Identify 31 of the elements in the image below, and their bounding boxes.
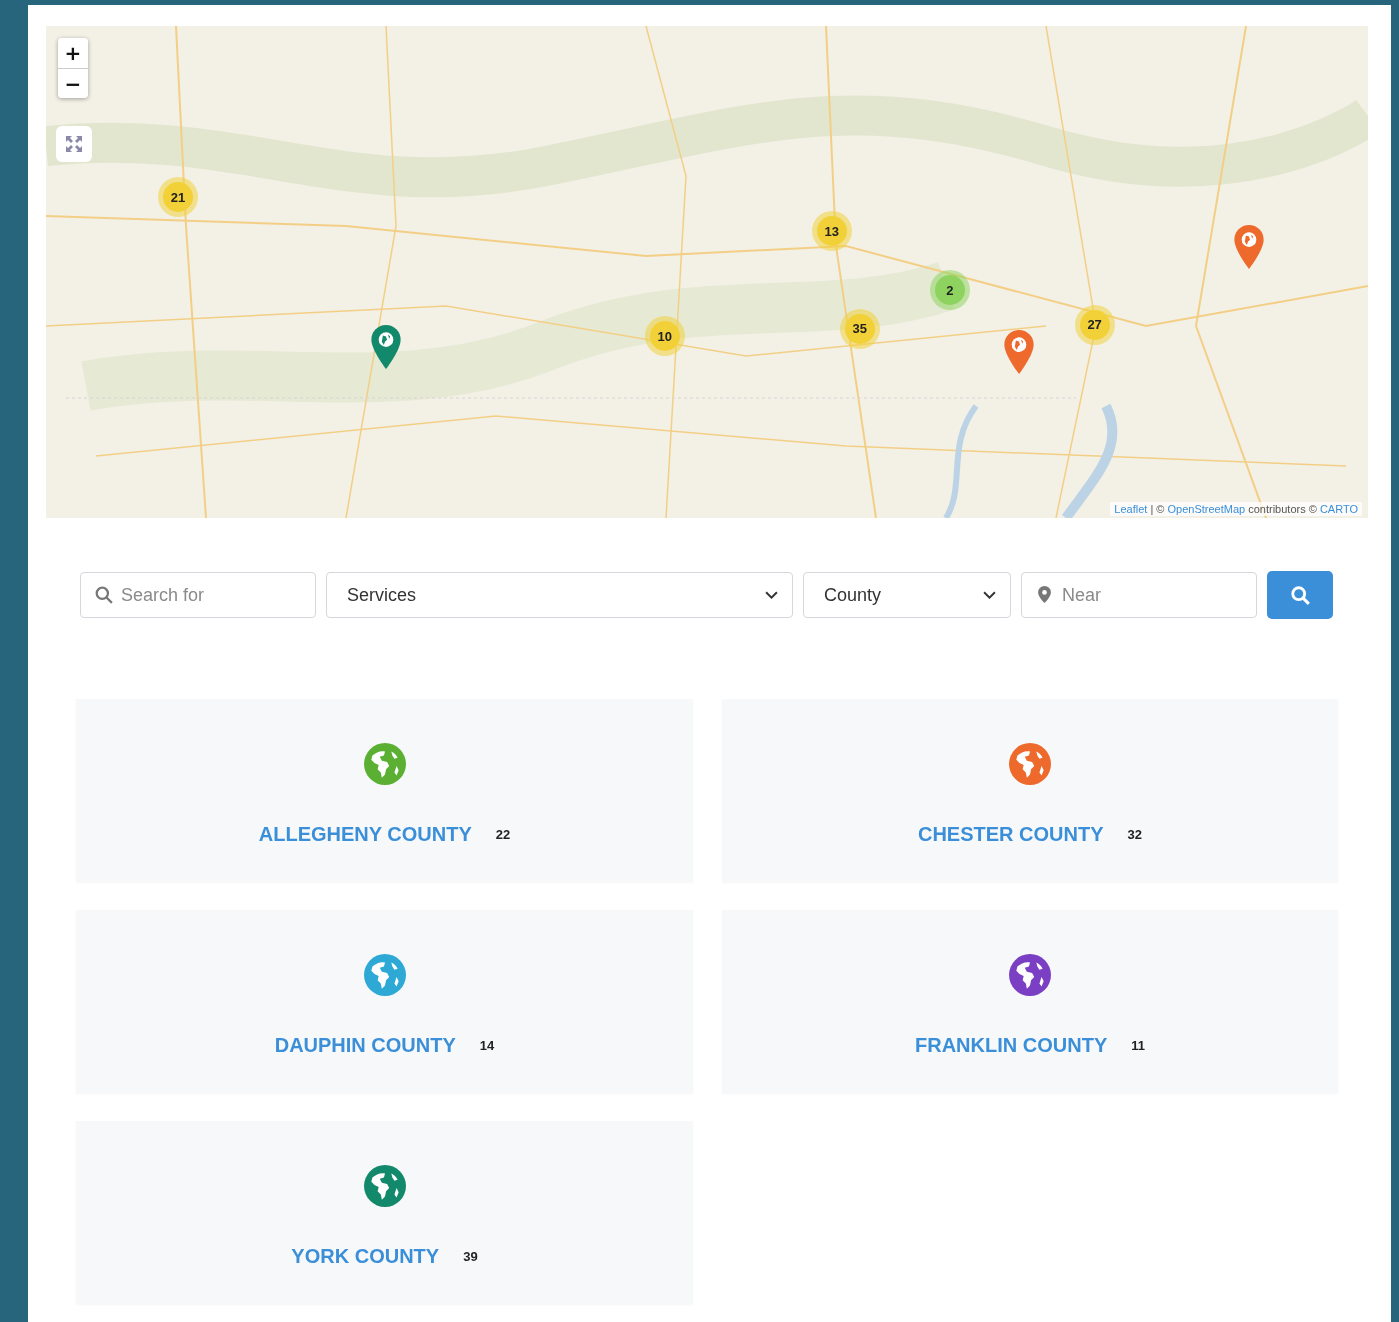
search-icon xyxy=(95,586,113,604)
chevron-down-icon xyxy=(983,590,996,600)
county-card[interactable]: DAUPHIN COUNTY 14 xyxy=(76,910,693,1093)
attribution-text: | © xyxy=(1149,503,1166,515)
listing-count: 32 xyxy=(1127,827,1142,842)
zoom-out-button[interactable]: − xyxy=(58,68,88,98)
listing-count: 14 xyxy=(479,1038,495,1053)
map-pin-icon[interactable] xyxy=(1002,328,1035,375)
listing-count: 11 xyxy=(1131,1038,1145,1053)
attribution-text: contributors © xyxy=(1247,503,1318,515)
county-dropdown[interactable]: County xyxy=(803,572,1011,618)
map-pin-icon[interactable] xyxy=(370,324,402,371)
zoom-in-button[interactable]: + xyxy=(58,38,88,68)
chevron-down-icon xyxy=(765,590,778,600)
fullscreen-button[interactable] xyxy=(56,126,92,162)
search-icon xyxy=(1290,585,1310,605)
listing-count: 22 xyxy=(495,827,511,842)
county-card[interactable]: CHESTER COUNTY 32 xyxy=(722,699,1338,882)
search-field[interactable]: Search for xyxy=(80,572,316,618)
fullscreen-icon xyxy=(64,134,84,154)
attribution-link[interactable]: Leaflet xyxy=(1114,503,1148,515)
county-card[interactable]: YORK COUNTY 39 xyxy=(76,1121,693,1304)
search-button[interactable] xyxy=(1267,571,1333,619)
map-pin-icon[interactable] xyxy=(1232,223,1265,270)
services-dropdown[interactable]: Services xyxy=(326,572,793,618)
county-card[interactable]: FRANKLIN COUNTY 11 xyxy=(722,910,1338,1093)
listing-count: 39 xyxy=(463,1249,478,1264)
near-field[interactable]: Near xyxy=(1021,572,1257,618)
county-card[interactable]: ALLEGHENY COUNTY 22 xyxy=(76,699,693,882)
map[interactable]: + − Leaflet | © OpenStreetMap contributors © CARTO 21 13 10 35 2 27 xyxy=(46,26,1368,518)
location-pin-icon xyxy=(1038,586,1051,603)
